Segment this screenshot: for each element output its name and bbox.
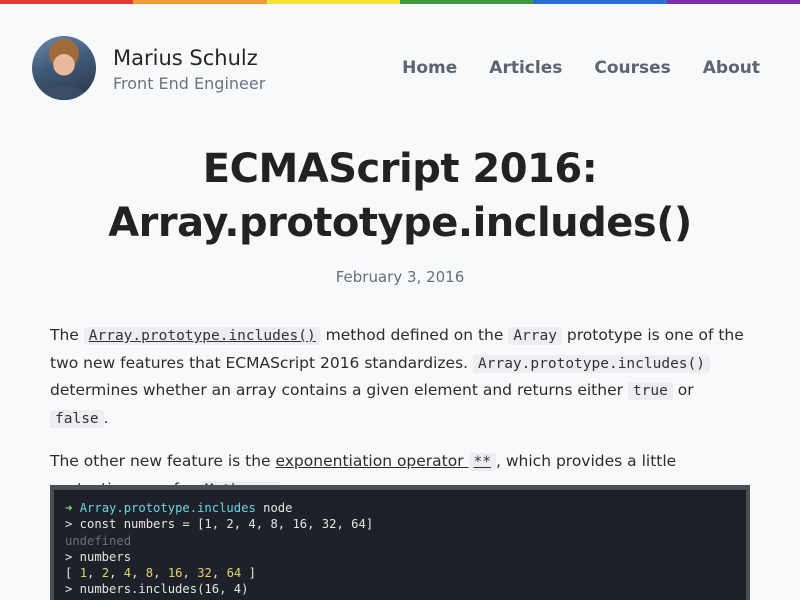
article-title: ECMAScript 2016: Array.prototype.include… <box>0 142 800 250</box>
text: or <box>672 381 694 399</box>
rainbow-stripe <box>133 0 267 4</box>
text: method defined on the <box>320 326 509 344</box>
terminal-line: undefined <box>65 533 132 548</box>
array-number: 2 <box>101 566 110 581</box>
terminal-command: node <box>255 501 293 515</box>
bracket: ] <box>241 566 256 581</box>
exponentiation-operator-link[interactable]: exponentiation operator ** <box>275 452 497 471</box>
nav-home[interactable]: Home <box>402 58 457 78</box>
array-number: 16 <box>167 566 183 581</box>
paragraph-intro: The Array.prototype.includes() method de… <box>50 322 750 432</box>
article-title-line2: Array.prototype.includes() <box>108 200 692 246</box>
terminal-array-output: [ 1, 2, 4, 8, 16, 32, 64 ] <box>65 566 256 581</box>
site-author-subtitle: Front End Engineer <box>113 74 266 93</box>
prompt-arrow-icon: ➜ <box>65 501 73 515</box>
terminal-line: > const numbers = [1, 2, 4, 8, 16, 32, 6… <box>65 517 374 532</box>
rainbow-stripe <box>533 0 667 4</box>
link-text: exponentiation operator <box>275 452 464 470</box>
terminal-body: ➜ Array.prototype.includes node > const … <box>54 490 746 600</box>
includes-mdn-link[interactable]: Array.prototype.includes() <box>83 326 321 345</box>
code-inline: ** <box>468 453 497 471</box>
code-inline: false <box>50 409 104 428</box>
nav-articles[interactable]: Articles <box>489 58 562 78</box>
text: determines whether an array contains a g… <box>50 381 628 399</box>
site-author-name[interactable]: Marius Schulz <box>113 46 258 70</box>
terminal-line: ➜ Array.prototype.includes node <box>65 500 735 516</box>
article-title-line1: ECMAScript 2016: <box>202 146 598 192</box>
array-number: 64 <box>226 566 242 581</box>
rainbow-stripe <box>399 0 534 4</box>
rainbow-stripe <box>666 0 800 4</box>
rainbow-stripe <box>0 0 134 4</box>
link-space <box>464 452 469 470</box>
code-inline: Array.prototype.includes() <box>83 327 321 345</box>
site-header: Marius Schulz Front End Engineer Home Ar… <box>32 34 760 104</box>
terminal-line: > numbers.includes(16, 4) <box>65 582 249 597</box>
bracket: [ <box>65 566 80 581</box>
terminal-directory: Array.prototype.includes <box>79 501 256 515</box>
text: The other new feature is the <box>50 452 276 470</box>
avatar-shirt <box>42 86 86 100</box>
terminal-line: > numbers <box>65 549 132 564</box>
nav-about[interactable]: About <box>703 58 760 78</box>
array-number: 1 <box>79 566 88 581</box>
article-date: February 3, 2016 <box>335 268 465 286</box>
rainbow-stripe <box>266 0 400 4</box>
rainbow-bar <box>0 0 800 4</box>
array-number: 32 <box>197 566 212 581</box>
nav-courses[interactable]: Courses <box>594 58 670 78</box>
text: . <box>103 408 109 427</box>
code-inline: true <box>627 382 673 400</box>
array-number: 8 <box>145 566 154 581</box>
code-inline: Array <box>508 327 562 345</box>
text: The <box>50 326 84 344</box>
array-number: 4 <box>123 566 132 581</box>
terminal-screenshot: ➜ Array.prototype.includes node > const … <box>50 485 750 600</box>
main-nav: Home Articles Courses About <box>402 58 760 78</box>
code-inline: Array.prototype.includes() <box>473 354 710 373</box>
avatar[interactable] <box>32 36 96 100</box>
